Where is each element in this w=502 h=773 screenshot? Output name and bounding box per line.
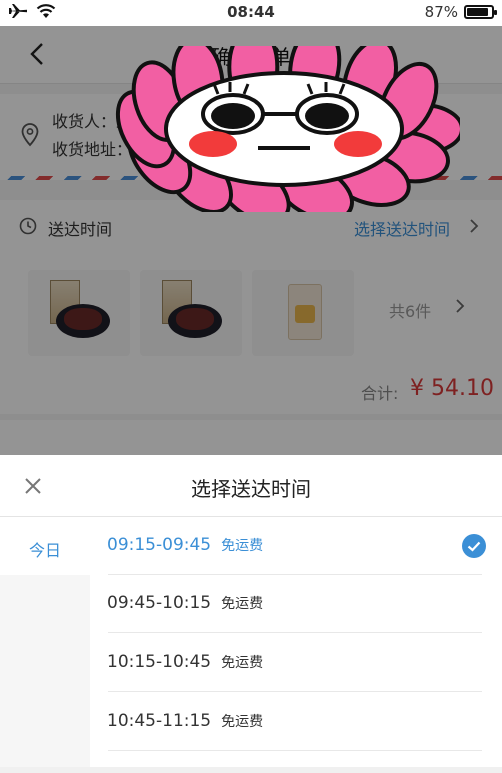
slot-fee: 免运费 [221,655,264,671]
status-right: 87% [424,3,497,21]
day-column: 今日 [0,517,90,773]
slot-divider [108,632,482,633]
sticker-face [164,71,404,187]
slot-fee: 免运费 [221,714,264,730]
sticker-right-blush [334,131,382,157]
slot-time: 10:45-11:15 免运费 [107,711,263,731]
time-slot[interactable]: 09:45-10:15 免运费 [90,575,502,633]
slot-time-text: 09:15-09:45 [107,535,212,555]
slot-time: 09:15-09:45 免运费 [107,535,263,555]
sticker-left-blush [189,131,237,157]
slot-time-text: 09:45-10:15 [107,593,212,613]
day-label: 今日 [28,541,61,560]
sheet-header: 选择送达时间 [0,455,502,517]
sticker-left-pupil [211,103,255,129]
bottom-strip [0,767,502,773]
battery-percent: 87% [424,3,458,21]
slot-time-text: 10:15-10:45 [107,652,212,672]
slot-fee: 免运费 [221,538,264,554]
sticker-right-pupil [305,103,349,129]
battery-icon [464,5,497,19]
slot-time: 09:45-10:15 免运费 [107,593,263,613]
slot-divider [108,691,482,692]
delivery-time-sheet: 选择送达时间 今日 09:15-09:45 免运费 09:45-10:15 免运费 … [0,455,502,773]
battery-fill [467,8,488,16]
check-circle-icon [462,534,486,558]
time-slot[interactable]: 10:15-10:45 免运费 [90,634,502,692]
slot-time-text: 10:45-11:15 [107,711,212,731]
time-slot[interactable]: 10:45-11:15 免运费 [90,693,502,751]
time-slot[interactable]: 09:15-09:45 免运费 [90,517,502,575]
day-tab-today[interactable]: 今日 [0,517,90,575]
slot-fee: 免运费 [221,596,264,612]
slot-divider [108,750,482,751]
slot-time: 10:15-10:45 免运费 [107,652,263,672]
sheet-title: 选择送达时间 [191,477,311,501]
flower-face-sticker [115,46,460,212]
status-bar: 08:44 87% [0,0,502,26]
